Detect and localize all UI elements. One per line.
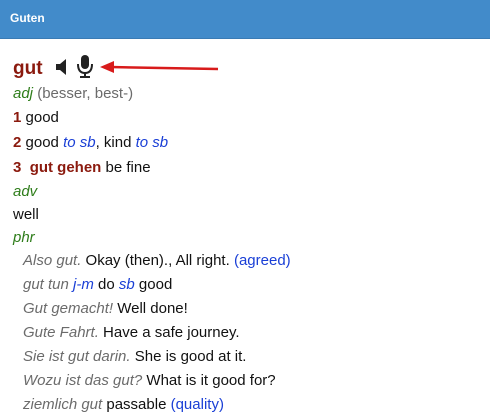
phrase-en: Well done!	[117, 300, 188, 317]
phrase-en: good	[138, 276, 173, 293]
phrase-en: She is good at it.	[134, 348, 247, 365]
phrase-de: Gut gemacht!	[23, 300, 114, 317]
phrase-en: Okay (then)., All right.	[85, 252, 230, 269]
window-title: Guten	[10, 11, 45, 25]
window-titlebar: Guten	[0, 0, 490, 39]
adv-label-line: adv	[13, 183, 37, 201]
sense-phrase: gut gehen	[29, 159, 102, 176]
to-sb-link[interactable]: to sb	[136, 134, 169, 151]
speaker-icon[interactable]	[55, 58, 69, 80]
sense-number: 2	[13, 134, 22, 151]
sense-3: 3 gut gehen be fine	[13, 159, 151, 177]
sense-text: be fine	[105, 159, 151, 176]
sense-2: 2 good to sb, kind to sb	[13, 134, 168, 152]
adv-text: well	[13, 206, 39, 223]
phrase-note: (agreed)	[233, 252, 291, 269]
phrase-item: gut tun j-m do sb good	[23, 276, 172, 294]
phrase-de: gut tun	[23, 276, 69, 293]
pos-adv: adv	[13, 183, 38, 200]
sense-text: good	[25, 134, 59, 151]
phrase-link[interactable]: j-m	[73, 276, 94, 293]
adv-text-line: well	[13, 206, 39, 224]
dictionary-entry: gut adj (besser, best-) 1 good 2 good to…	[0, 38, 490, 418]
sense-number: 1	[13, 109, 22, 126]
phrase-en: do	[98, 276, 115, 293]
phrase-de: Sie ist gut darin.	[23, 348, 131, 365]
phrase-item: Gute Fahrt. Have a safe journey.	[23, 324, 240, 342]
phr-label-line: phr	[13, 229, 35, 247]
adj-line: adj (besser, best-)	[13, 85, 133, 103]
phrase-en: Have a safe journey.	[103, 324, 240, 341]
phrase-item: Also gut. Okay (then)., All right. (agre…	[23, 252, 291, 270]
pos-adj: adj	[13, 85, 34, 102]
adj-forms: (besser, best-)	[37, 85, 134, 102]
sense-number: 3	[13, 159, 22, 176]
sense-text: , kind	[95, 134, 132, 151]
pos-phr: phr	[13, 229, 35, 246]
phrase-de: Also gut.	[23, 252, 82, 269]
phrase-link[interactable]: sb	[119, 276, 135, 293]
phrase-note: (quality)	[170, 396, 224, 413]
sense-text: good	[25, 109, 59, 126]
annotation-arrow	[100, 61, 219, 73]
phrase-item: Wozu ist das gut? What is it good for?	[23, 372, 276, 390]
sense-1: 1 good	[13, 109, 59, 127]
phrase-en: What is it good for?	[146, 372, 276, 389]
headword-line: gut	[13, 58, 43, 79]
phrase-en: passable	[106, 396, 167, 413]
phrase-item: ziemlich gut passable (quality)	[23, 396, 224, 414]
phrase-item: Sie ist gut darin. She is good at it.	[23, 348, 246, 366]
phrase-de: ziemlich gut	[23, 396, 103, 413]
phrase-de: Wozu ist das gut?	[23, 372, 143, 389]
microphone-icon[interactable]	[76, 54, 94, 82]
headword: gut	[13, 58, 43, 79]
phrase-item: Gut gemacht! Well done!	[23, 300, 188, 318]
phrase-de: Gute Fahrt.	[23, 324, 99, 341]
to-sb-link[interactable]: to sb	[63, 134, 96, 151]
